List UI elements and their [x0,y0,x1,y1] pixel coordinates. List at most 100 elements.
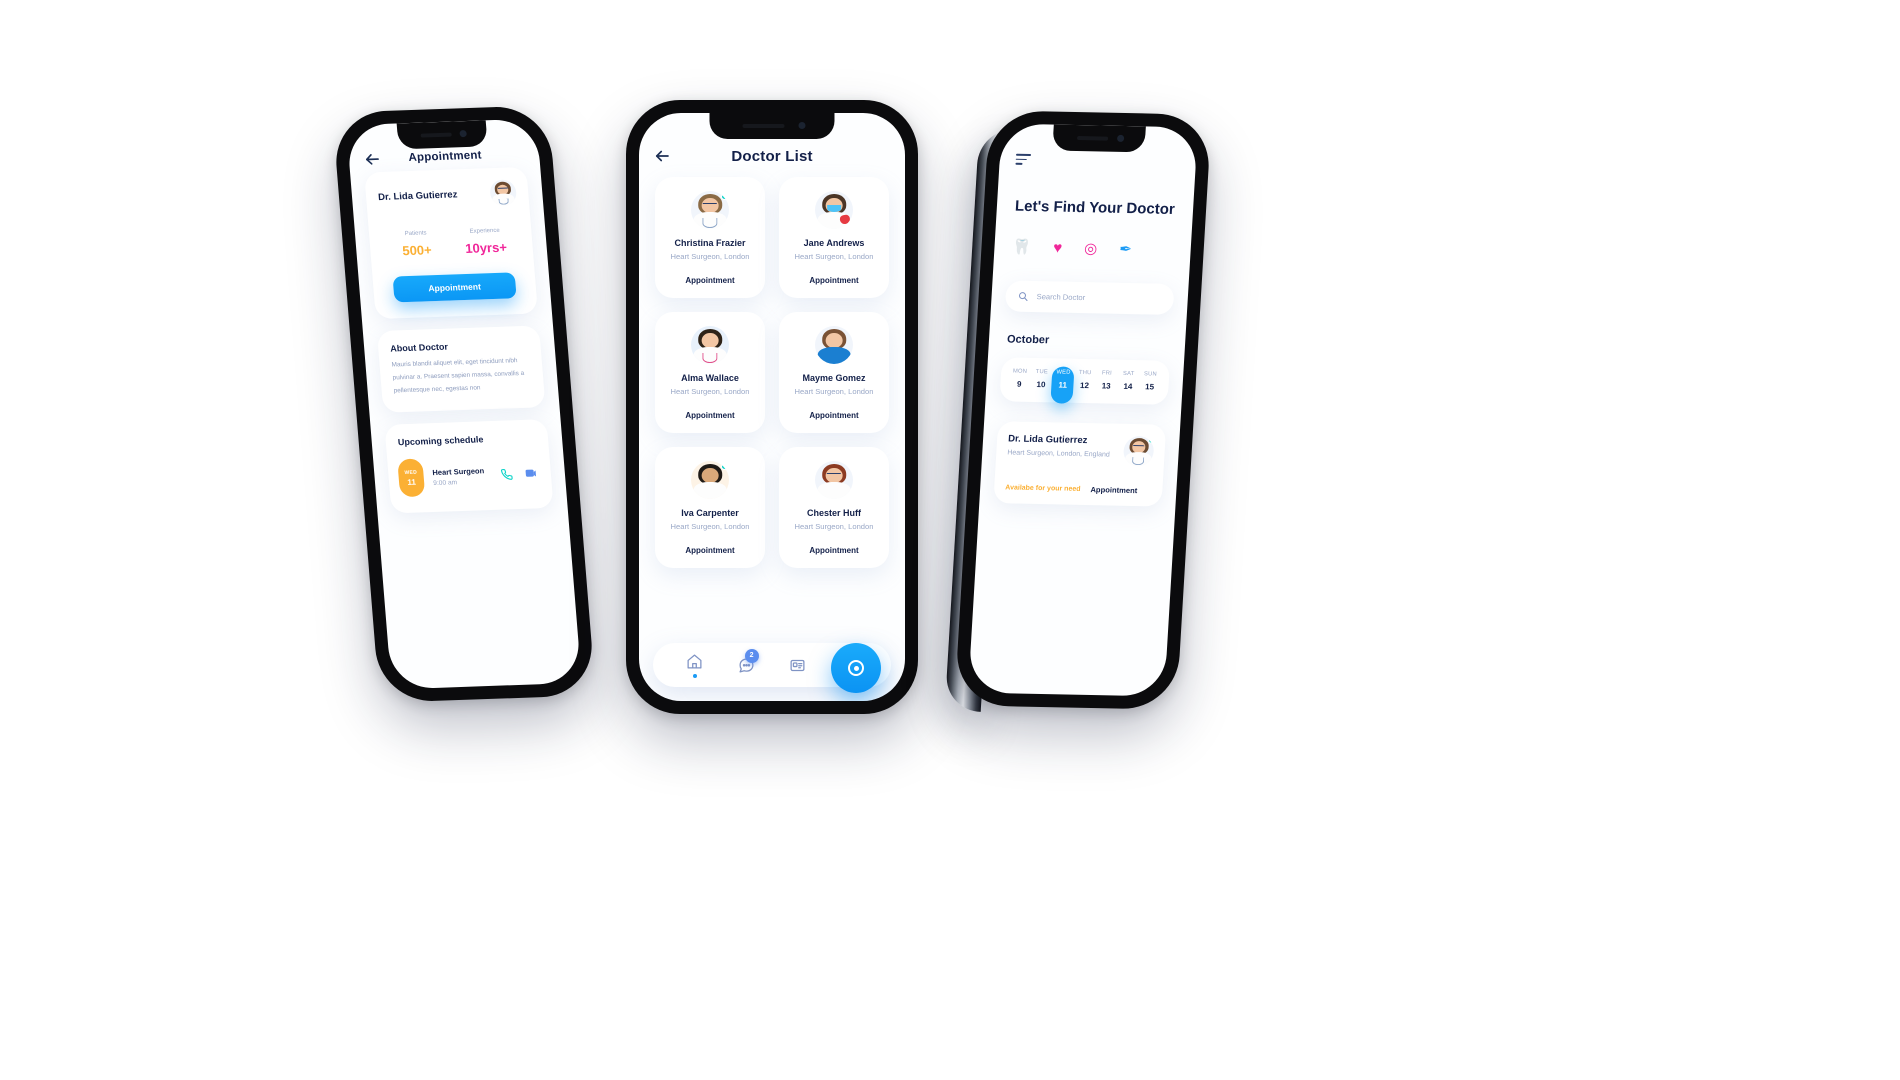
availability-label: Availabe for your need [1005,483,1081,493]
phone-3-screen: Let's Find Your Doctor 🦷 ♥ ◎ ✒ October M… [968,123,1198,697]
featured-doctor-card[interactable]: Dr. Lida Gutierrez Heart Surgeon, London… [993,420,1167,507]
doctor-specialty: Heart Surgeon, London [670,252,750,261]
about-doctor-card: About Doctor Mauris blandit aliquet elit… [376,325,546,414]
phone-1-appointment-screen: Appointment Dr. Lida Gutierrez Patients [332,105,596,703]
tab-home[interactable] [669,653,721,678]
calendar-day[interactable]: FRI 13 [1095,370,1118,390]
calendar-day-number: 11 [1058,380,1068,390]
doctor-card[interactable]: Christina Frazier Heart Surgeon, London … [655,177,765,298]
calendar-day-selected[interactable]: WED 11 [1050,365,1075,404]
schedule-details: Heart Surgeon 9:00 am [432,466,502,487]
doctor-summary-card: Dr. Lida Gutierrez Patients 500+ Experie… [364,166,538,320]
online-status-dot [1148,436,1155,444]
id-card-icon [790,659,805,671]
appointment-button[interactable]: Appointment [785,411,883,420]
calendar-day[interactable]: THU 12 [1073,369,1096,389]
front-camera [459,130,467,138]
search-input[interactable] [1036,291,1163,304]
calendar-day-number: 10 [1036,379,1046,389]
search-icon [1019,291,1028,301]
online-status-dot [721,463,728,470]
video-chat-icon[interactable] [524,468,537,480]
doctor-avatar [815,326,853,364]
doctor-card[interactable]: Chester Huff Heart Surgeon, London Appoi… [779,447,889,568]
doctor-card[interactable]: Iva Carpenter Heart Surgeon, London Appo… [655,447,765,568]
calendar-day[interactable]: SAT 14 [1117,370,1140,390]
doctor-specialty: Heart Surgeon, London, England [1007,448,1110,459]
schedule-time: 9:00 am [432,479,458,487]
doctor-name: Jane Andrews [803,238,865,248]
stat-patients: Patients 500+ [381,230,452,259]
tooth-icon[interactable]: 🦷 [1012,238,1032,255]
phone-2-doctor-list-screen: Doctor List Christina Frazier Heart Surg… [626,100,918,714]
appointment-button[interactable]: Appointment [661,276,759,285]
calendar-month-label: October [1006,332,1050,346]
screenshot-canvas: Appointment Dr. Lida Gutierrez Patients [0,0,1900,1080]
calendar-day-number: 9 [1016,379,1022,389]
message-badge: 2 [744,648,759,663]
avatar-illustration [489,179,517,207]
doctor-avatar [489,179,518,207]
about-doctor-body: Mauris blandit aliquet elit, eget tincid… [391,357,525,395]
doctor-grid: Christina Frazier Heart Surgeon, London … [639,165,905,568]
schedule-day-of-week: WED [404,469,418,476]
schedule-date-pill: WED 11 [397,458,426,498]
doctor-card[interactable]: Alma Wallace Heart Surgeon, London Appoi… [655,312,765,433]
schedule-item[interactable]: WED 11 Heart Surgeon 9:00 am [397,455,542,498]
hamburger-menu-icon[interactable] [999,123,1032,165]
phone-1-screen: Appointment Dr. Lida Gutierrez Patients [346,118,582,690]
front-camera [798,122,806,129]
calendar-day[interactable]: TUE 10 [1030,368,1053,389]
doctor-specialty: Heart Surgeon, London [670,387,750,396]
doctor-name: Dr. Lida Gutierrez [377,188,458,203]
stat-value: 500+ [401,242,433,259]
appointment-button[interactable]: Appointment [392,272,517,303]
arrow-left-icon[interactable] [362,150,381,169]
heartbeat-icon[interactable]: ♥ [1053,239,1063,256]
search-bar[interactable] [1004,279,1175,315]
doctor-card[interactable]: Mayme Gomez Heart Surgeon, London Appoin… [779,312,889,433]
doctor-card-header: Dr. Lida Gutierrez Heart Surgeon, London… [1007,433,1155,466]
appointment-button[interactable]: Appointment [785,276,883,285]
schedule-title: Heart Surgeon [432,466,485,477]
doctor-avatar [815,191,853,229]
active-tab-indicator [692,673,697,678]
tab-records[interactable] [772,657,824,674]
doctor-card[interactable]: Jane Andrews Heart Surgeon, London Appoi… [779,177,889,298]
upcoming-schedule-card: Upcoming schedule WED 11 Heart Surgeon 9… [384,419,554,514]
record-button[interactable] [831,643,881,693]
doctor-card-footer: Availabe for your need Appointment [1005,483,1152,495]
calendar-day-number: 15 [1144,381,1155,392]
calendar-day[interactable]: MON 9 [1008,368,1031,388]
doctor-avatar [691,191,729,229]
stat-label: Experience [469,227,500,235]
calendar-day-number: 12 [1079,380,1090,390]
doctor-name: Iva Carpenter [681,508,739,518]
calendar-day-of-week: MON [1012,368,1028,375]
appointment-button[interactable]: Appointment [1090,485,1137,495]
phone-2-notch [709,113,835,139]
about-doctor-title: About Doctor [389,341,449,354]
record-circle-icon [848,660,864,676]
doctor-name: Alma Wallace [681,373,739,383]
doctor-stats: Patients 500+ Experience 10yrs+ [381,227,521,259]
calendar-day[interactable]: SUN 15 [1139,371,1162,391]
calendar-day-of-week: THU [1078,369,1092,376]
doctor-specialty: Heart Surgeon, London [670,522,750,531]
arrow-left-icon[interactable] [653,147,671,165]
doctor-avatar [691,461,729,499]
tab-messages[interactable]: 2 [721,648,773,674]
doctor-name: Mayme Gomez [802,373,866,383]
page-title: Doctor List [731,147,813,165]
appointment-button[interactable]: Appointment [661,546,759,555]
phone-icon[interactable] [500,469,513,481]
calendar-day-of-week: SAT [1122,370,1135,377]
eye-icon[interactable]: ◎ [1084,240,1098,257]
doctor-specialty: Heart Surgeon, London [794,522,874,531]
speaker-grille [420,132,452,138]
syringe-icon[interactable]: ✒ [1119,240,1133,257]
appointment-button[interactable]: Appointment [661,411,759,420]
doctor-specialty: Heart Surgeon, London [794,252,874,261]
appointment-button[interactable]: Appointment [785,546,883,555]
calendar-day-number: 13 [1101,380,1111,391]
